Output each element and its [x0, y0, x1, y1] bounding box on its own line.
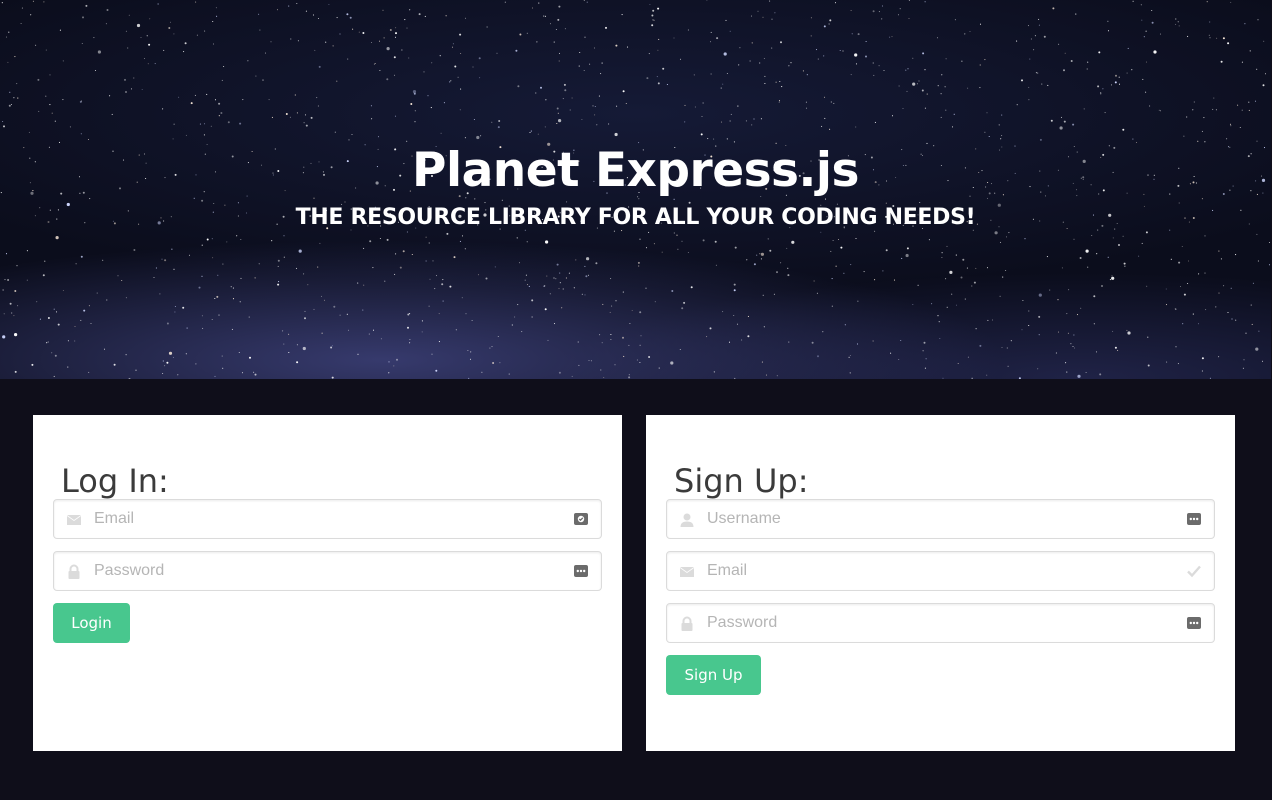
- login-email-input[interactable]: [54, 500, 601, 538]
- password-manager-icon[interactable]: [573, 563, 589, 579]
- check-icon: [1187, 565, 1201, 578]
- login-heading: Log In:: [61, 462, 169, 500]
- signup-heading: Sign Up:: [674, 462, 809, 500]
- signup-username-field[interactable]: [666, 499, 1215, 539]
- password-manager-icon[interactable]: [1186, 615, 1202, 631]
- site-title: Planet Express.js: [412, 143, 859, 198]
- signup-password-input[interactable]: [667, 604, 1214, 642]
- login-button[interactable]: Login: [53, 603, 130, 643]
- lock-icon: [681, 616, 693, 631]
- signup-card: Sign Up: Username Email Sign Up: [646, 415, 1235, 751]
- envelope-icon: [680, 567, 694, 577]
- lock-icon: [68, 564, 80, 579]
- signup-button[interactable]: Sign Up: [666, 655, 761, 695]
- login-password-input[interactable]: [54, 552, 601, 590]
- hero-banner: Planet Express.js THE RESOURCE LIBRARY F…: [0, 0, 1271, 379]
- login-password-field[interactable]: [53, 551, 602, 591]
- login-email-field[interactable]: [53, 499, 602, 539]
- login-card: Log In: Login: [33, 415, 622, 751]
- site-tagline: THE RESOURCE LIBRARY FOR ALL YOUR CODING…: [295, 205, 976, 230]
- signup-username-input[interactable]: [667, 500, 1214, 538]
- envelope-icon: [67, 515, 81, 525]
- password-manager-icon[interactable]: [573, 511, 589, 527]
- user-icon: [680, 513, 694, 527]
- signup-password-field[interactable]: [666, 603, 1215, 643]
- signup-email-field[interactable]: [666, 551, 1215, 591]
- password-manager-icon[interactable]: [1186, 511, 1202, 527]
- signup-email-input[interactable]: [667, 552, 1214, 590]
